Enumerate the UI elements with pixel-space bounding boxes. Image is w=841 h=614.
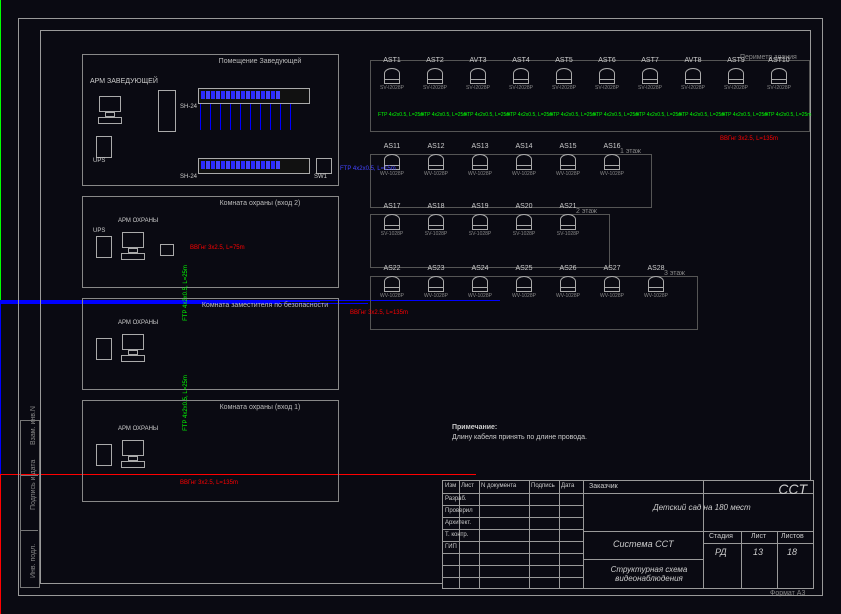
camera-AS20: AS20SV-1028P	[510, 220, 538, 250]
camera-AS28: AS28WV-1028P	[642, 282, 670, 312]
sh-label-2: SH-24	[180, 174, 197, 180]
ftp-lbl-AST10: FTP 4x2x0.5, L=25m	[765, 112, 811, 118]
ups-g2-label: UPS	[93, 228, 105, 234]
camera-AST10: AST10SV-I2028P	[765, 74, 793, 104]
ftp-lbl-AST6: FTP 4x2x0.5, L=25m	[593, 112, 639, 118]
camera-AS21: AS21SV-1028P	[554, 220, 582, 250]
arm-g2-label: АРМ ОХРАНЫ	[118, 218, 158, 224]
camera-AS26: AS26WV-1028P	[554, 282, 582, 312]
ups-dep	[96, 338, 112, 360]
camera-AVT8: AVT8SV-I2028P	[679, 74, 707, 104]
camera-AS15: AS15WV-1028P	[554, 160, 582, 190]
camera-AS17: AS17SV-1028P	[378, 220, 406, 250]
nvr-2	[198, 158, 310, 174]
tb-stadia: Стадия	[709, 533, 733, 540]
ftp-lbl-AVT8: FTP 4x2x0.5, L=25m	[679, 112, 725, 118]
cable-red-g2: ВВГнг 3x2.5, L=75m	[190, 245, 245, 251]
pc-manager	[95, 96, 125, 130]
server-rack	[158, 90, 176, 132]
green-trunk-label2: FTP 4x2x0.5, L=25m	[183, 375, 189, 431]
ups-g2	[96, 236, 112, 258]
tb-hdr-2: N документа	[481, 483, 516, 489]
sw1	[316, 158, 332, 174]
arm-manager-label: АРМ ЗАВЕДУЮЩЕЙ	[90, 78, 158, 85]
sh-label-1: SH-24	[180, 104, 197, 110]
arm-g1-label: АРМ ОХРАНЫ	[118, 426, 158, 432]
arm-dep-label: АРМ ОХРАНЫ	[118, 320, 158, 326]
tb-row-0: Разраб.	[445, 496, 467, 502]
room-deputy-title: Комната заместителя по безопасности	[200, 302, 330, 309]
title-block: Изм Лист N документа Подпись Дата Разраб…	[442, 480, 814, 589]
camera-AS22: AS22WV-1028P	[378, 282, 406, 312]
tb-listov: Листов	[781, 533, 804, 540]
tb-system: Система CCT	[613, 539, 674, 549]
room-guard-2-title: Комната охраны (вход 2)	[200, 200, 320, 207]
camera-AS11: AS11WV-1028P	[378, 160, 406, 190]
camera-AS24: AS24WV-1028P	[466, 282, 494, 312]
ftp-lbl-AST1: FTP 4x2x0.5, L=25m	[378, 112, 424, 118]
tb-hdr-3: Подпись	[531, 483, 555, 489]
tb-struct: Структурная схема видеонаблюдения	[599, 565, 699, 583]
pc-guard-2	[118, 232, 148, 266]
tb-pages: 18	[787, 547, 797, 557]
ups-manager	[96, 136, 112, 158]
side-box	[20, 420, 40, 588]
camera-AS18: AS18SV-1028P	[422, 220, 450, 250]
cable-red-g1: ВВГнг 3x2.5, L=135m	[180, 480, 238, 486]
tb-hdr-1: Лист	[461, 483, 474, 489]
green-trunk-label1: FTP 4x2x0.5, L=25m	[183, 265, 189, 321]
camera-AS23: AS23WV-1028P	[422, 282, 450, 312]
tb-row-2: Архитект.	[445, 520, 471, 526]
tb-rd: РД	[715, 547, 727, 557]
blue-fanout	[200, 104, 310, 130]
nvr-1	[198, 88, 310, 104]
camera-AS19: AS19SV-1028P	[466, 220, 494, 250]
tb-row-3: Т. контр.	[445, 532, 468, 538]
ftp-lbl-AST9: FTP 4x2x0.5, L=25m	[722, 112, 768, 118]
switch-g2	[160, 244, 174, 256]
camera-AST1: AST1SV-I2028P	[378, 74, 406, 104]
ups-manager-label: UPS	[93, 158, 105, 164]
tb-hdr-0: Изм	[445, 483, 456, 489]
ftp-lbl-AST5: FTP 4x2x0.5, L=25m	[550, 112, 596, 118]
tb-row-1: Проверил	[445, 508, 473, 514]
camera-AS13: AS13WV-1028P	[466, 160, 494, 190]
camera-AS12: AS12WV-1028P	[422, 160, 450, 190]
tb-company: CCT	[778, 481, 807, 497]
notes-title: Примечание:	[452, 424, 497, 431]
red-bus-lbl2: ВВГнг 3x2.5, L=135m	[350, 310, 408, 316]
sw1-label: SW1	[314, 174, 327, 180]
ftp-lbl-AST4: FTP 4x2x0.5, L=25m	[507, 112, 553, 118]
pc-deputy	[118, 334, 148, 368]
tb-zakazchik: Заказчик	[589, 483, 618, 490]
camera-AST5: AST5SV-I2028P	[550, 74, 578, 104]
ftp-lbl-AST7: FTP 4x2x0.5, L=25m	[636, 112, 682, 118]
blue-trunk-lbl: FTP 4x2x0.5, L=15m	[340, 166, 396, 172]
tb-row-4: ГИП	[445, 544, 457, 550]
pc-guard-1	[118, 440, 148, 474]
camera-AS16: AS16WV-1028P	[598, 160, 626, 190]
camera-AST2: AST2SV-I2028P	[421, 74, 449, 104]
room-manager-title: Помещение Заведующей	[200, 58, 320, 65]
camera-AS25: AS25WV-1028P	[510, 282, 538, 312]
camera-AST7: AST7SV-I2028P	[636, 74, 664, 104]
tb-hdr-4: Дата	[561, 483, 574, 489]
ups-g1	[96, 444, 112, 466]
red-bus-lbl: ВВГнг 3x2.5, L=135m	[720, 136, 778, 142]
notes-body: Длину кабеля принять по длине провода.	[452, 434, 587, 441]
camera-AVT3: AVT3SV-I2028P	[464, 74, 492, 104]
room-guard-1-title: Комната охраны (вход 1)	[200, 404, 320, 411]
ftp-lbl-AVT3: FTP 4x2x0.5, L=25m	[464, 112, 510, 118]
camera-AS14: AS14WV-1028P	[510, 160, 538, 190]
tb-page: 13	[753, 547, 763, 557]
tb-project: Детский сад на 180 мест	[653, 503, 751, 512]
camera-AST4: AST4SV-I2028P	[507, 74, 535, 104]
format-label: Формат A3	[770, 590, 805, 597]
camera-AS27: AS27WV-1028P	[598, 282, 626, 312]
ftp-lbl-AST2: FTP 4x2x0.5, L=25m	[421, 112, 467, 118]
camera-AST6: AST6SV-I2028P	[593, 74, 621, 104]
camera-AST9: AST9SV-I2028P	[722, 74, 750, 104]
tb-list: Лист	[751, 533, 766, 540]
